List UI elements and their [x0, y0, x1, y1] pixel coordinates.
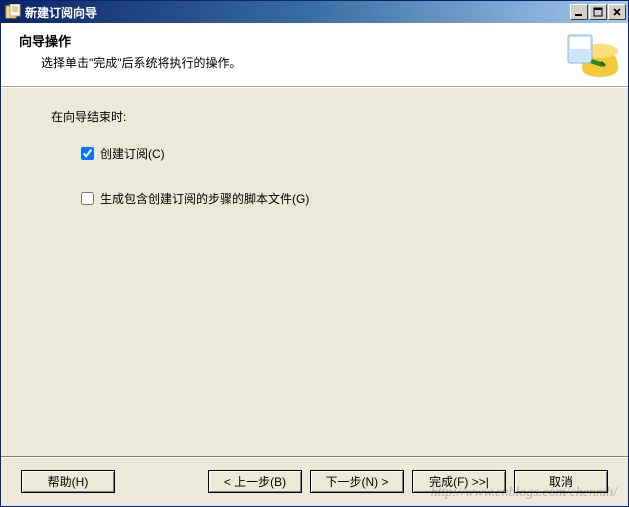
help-button[interactable]: 帮助(H): [21, 470, 115, 493]
next-button[interactable]: 下一步(N) >: [310, 470, 404, 493]
create-subscription-row: 创建订阅(C): [81, 145, 628, 162]
generate-script-row: 生成包含创建订阅的步骤的脚本文件(G): [81, 190, 628, 207]
content-area: 在向导结束时: 创建订阅(C) 生成包含创建订阅的步骤的脚本文件(G): [1, 87, 628, 456]
create-subscription-label[interactable]: 创建订阅(C): [100, 145, 165, 162]
wizard-header-icon: [564, 31, 620, 79]
wizard-window: 新建订阅向导 向导操作 选择单击"完成"后系统将执行的操作。: [0, 0, 629, 507]
generate-script-label[interactable]: 生成包含创建订阅的步骤的脚本文件(G): [100, 190, 309, 207]
generate-script-checkbox[interactable]: [81, 192, 94, 205]
window-title: 新建订阅向导: [25, 4, 569, 21]
wizard-header: 向导操作 选择单击"完成"后系统将执行的操作。: [1, 23, 628, 87]
titlebar: 新建订阅向导: [1, 1, 628, 23]
window-controls: [569, 4, 626, 20]
button-bar: 帮助(H) < 上一步(B) 下一步(N) > 完成(F) >>| 取消: [1, 456, 628, 506]
back-button[interactable]: < 上一步(B): [208, 470, 302, 493]
cancel-button[interactable]: 取消: [514, 470, 608, 493]
minimize-button[interactable]: [570, 4, 588, 20]
page-description: 选择单击"完成"后系统将执行的操作。: [19, 50, 564, 71]
close-button[interactable]: [608, 4, 626, 20]
finish-button[interactable]: 完成(F) >>|: [412, 470, 506, 493]
section-label: 在向导结束时:: [51, 108, 628, 125]
create-subscription-checkbox[interactable]: [81, 147, 94, 160]
app-icon: [5, 4, 21, 20]
maximize-button[interactable]: [589, 4, 607, 20]
page-title: 向导操作: [19, 31, 564, 50]
